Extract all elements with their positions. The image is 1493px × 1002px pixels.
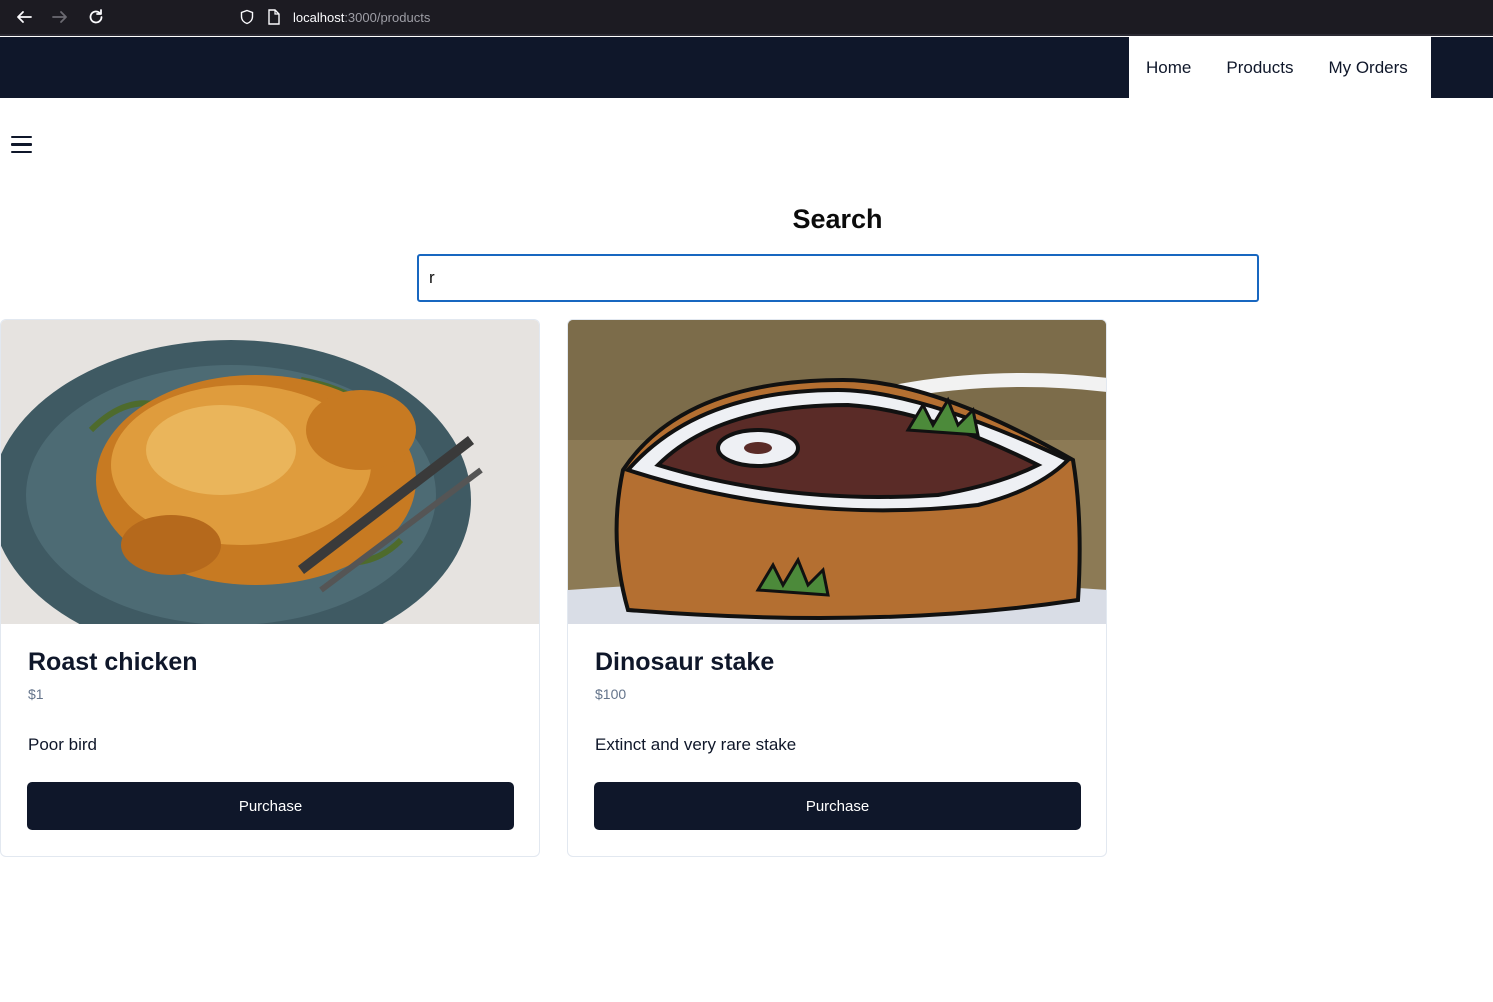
search-input[interactable] [417,254,1259,302]
search-title: Search [792,204,883,234]
product-description: Poor bird [28,735,97,754]
nav-my-orders-link[interactable]: My Orders [1328,58,1407,78]
url-text: localhost:3000/products [293,10,431,25]
product-price: $100 [595,686,627,702]
purchase-button[interactable]: Purchase [594,782,1081,830]
browser-toolbar: localhost:3000/products [0,0,1493,36]
purchase-button[interactable]: Purchase [27,782,514,830]
hamburger-menu-icon[interactable] [11,136,33,156]
product-card: Dinosaur stake $100 Extinct and very rar… [567,319,1107,857]
product-price: $1 [28,686,44,702]
roast-chicken-image [1,320,539,624]
app-header: Home Products My Orders [0,37,1493,98]
page-icon[interactable] [267,9,281,25]
dinosaur-steak-image [568,320,1106,624]
product-card: Roast chicken $1 Poor bird Purchase [0,319,540,857]
product-description: Extinct and very rare stake [595,735,797,754]
product-name: Roast chicken [28,648,198,676]
back-icon[interactable] [12,5,36,29]
address-bar[interactable]: localhost:3000/products [231,2,1493,32]
top-nav: Home Products My Orders [1129,37,1431,98]
shield-icon[interactable] [239,9,255,25]
nav-home-link[interactable]: Home [1146,58,1191,78]
forward-icon[interactable] [48,5,72,29]
nav-products-link[interactable]: Products [1226,58,1293,78]
product-name: Dinosaur stake [595,648,775,676]
reload-icon[interactable] [84,5,108,29]
